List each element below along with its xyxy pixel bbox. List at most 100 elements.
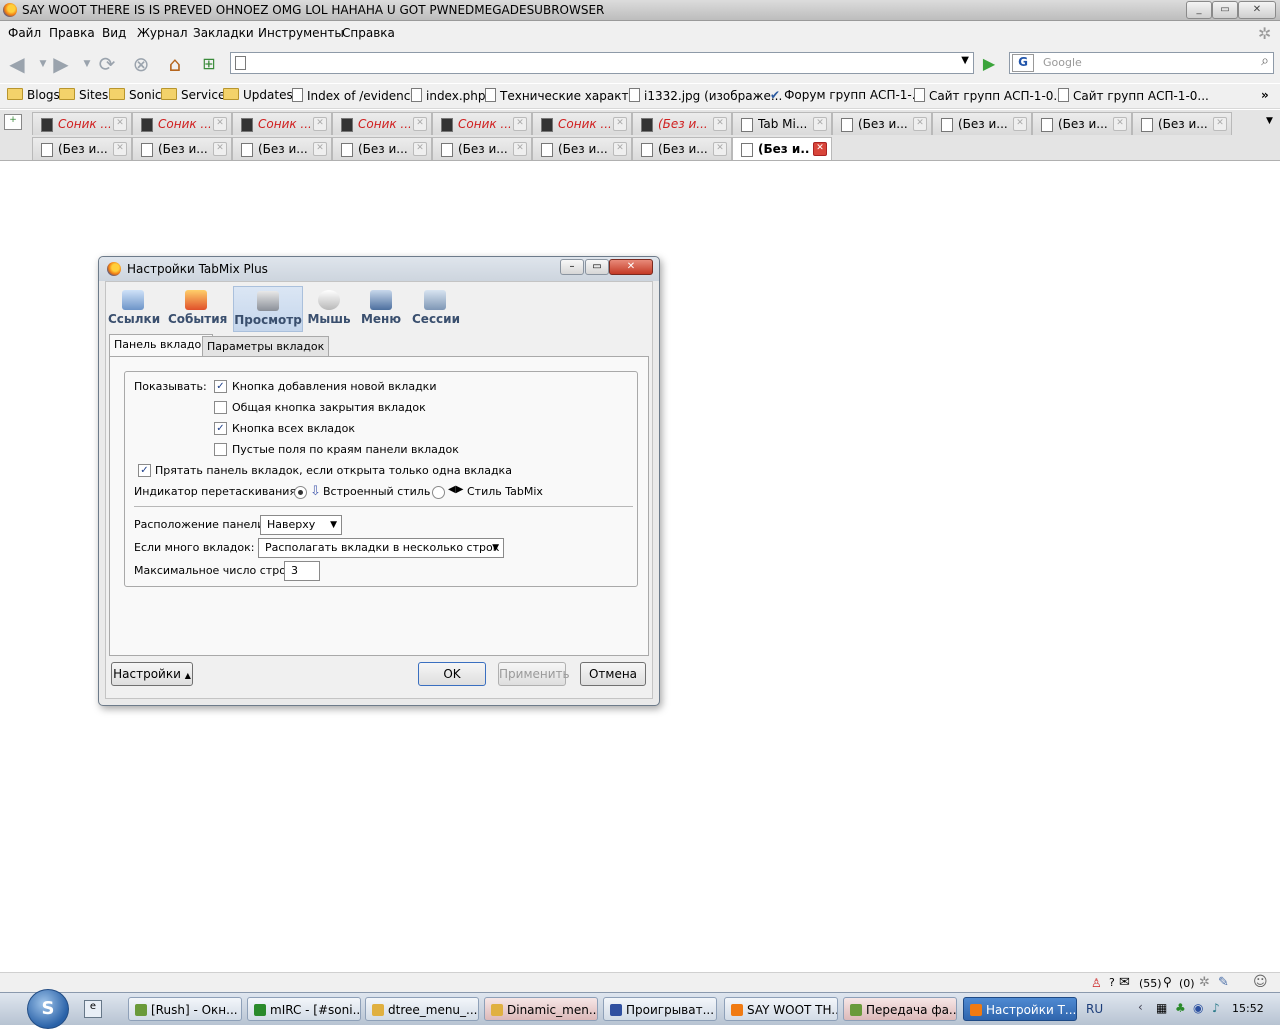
go-button[interactable]: ▶: [976, 51, 1002, 77]
tab-close-icon[interactable]: ✕: [313, 117, 327, 131]
tab-close-icon[interactable]: ✕: [413, 142, 427, 156]
tab-row2-2[interactable]: (Без и... ✕: [232, 137, 332, 160]
many-tabs-select[interactable]: Располагать вкладки в несколько строк ▼: [258, 538, 504, 558]
dialog-minimize-button[interactable]: –: [560, 259, 584, 275]
tab-close-icon[interactable]: ✕: [713, 117, 727, 131]
bookmark-forum[interactable]: ✔ Форум групп АСП-1-...: [770, 88, 923, 102]
tab-row2-4[interactable]: (Без и... ✕: [432, 137, 532, 160]
hide-single-tab-checkbox[interactable]: ✓: [138, 464, 151, 477]
taskbar-item-1[interactable]: mIRC - [#soni...: [247, 997, 361, 1021]
tab-close-icon[interactable]: ✕: [613, 117, 627, 131]
position-select[interactable]: Наверху ▼: [260, 515, 342, 535]
tab-row1-10[interactable]: (Без и... ✕: [1032, 112, 1132, 135]
empty-margins-checkbox[interactable]: [214, 443, 227, 456]
tab-close-icon[interactable]: ✕: [113, 142, 127, 156]
search-input[interactable]: G Google ⌕: [1009, 52, 1274, 74]
category-links[interactable]: Ссылки: [108, 286, 160, 330]
new-tab-button[interactable]: ⊞: [196, 51, 222, 77]
menu-view[interactable]: Вид: [102, 26, 126, 40]
apply-button[interactable]: Применить: [498, 662, 570, 686]
search-icon[interactable]: ⌕: [1261, 53, 1269, 69]
start-orb-icon[interactable]: S: [27, 989, 69, 1029]
close-all-button-checkbox[interactable]: [214, 401, 227, 414]
tab-close-icon[interactable]: ✕: [413, 117, 427, 131]
maximize-button[interactable]: ▭: [1212, 1, 1238, 19]
tab-row1-3[interactable]: Соник ... ✕: [332, 112, 432, 135]
all-tabs-button[interactable]: ▼: [1266, 116, 1273, 126]
tab-row1-11[interactable]: (Без и... ✕: [1132, 112, 1232, 135]
tab-close-icon[interactable]: ✕: [113, 117, 127, 131]
shield-icon[interactable]: ◉: [1193, 1001, 1203, 1015]
tab-row1-6[interactable]: (Без и... ✕: [632, 112, 732, 135]
category-mouse[interactable]: Мышь: [307, 286, 351, 330]
tab-row2-1[interactable]: (Без и... ✕: [132, 137, 232, 160]
tab-close-icon[interactable]: ✕: [813, 142, 827, 156]
tab-row1-1[interactable]: Соник ... ✕: [132, 112, 232, 135]
bookmark-index-evidence[interactable]: Index of /evidence: [292, 88, 418, 103]
url-input[interactable]: ▼: [230, 52, 974, 74]
clock[interactable]: 15:52: [1232, 1002, 1264, 1015]
category-menu[interactable]: Меню: [360, 286, 402, 330]
stop-button[interactable]: ⊗: [128, 51, 154, 77]
tray-app-icon[interactable]: ♣: [1175, 1001, 1186, 1015]
tab-close-icon[interactable]: ✕: [513, 142, 527, 156]
bookmark-sonic[interactable]: Sonic: [109, 88, 162, 102]
tab-close-icon[interactable]: ✕: [213, 142, 227, 156]
chevron-left-icon[interactable]: ‹: [1138, 1000, 1143, 1014]
bookmark-index-php[interactable]: index.php: [411, 88, 485, 103]
taskbar-item-5[interactable]: SAY WOOT TH...: [724, 997, 838, 1021]
tab-row1-7[interactable]: Tab Mi... ✕: [732, 112, 832, 135]
ok-button[interactable]: OK: [418, 662, 486, 686]
tab-row1-2[interactable]: Соник ... ✕: [232, 112, 332, 135]
tab-row1-8[interactable]: (Без и... ✕: [832, 112, 932, 135]
dialog-maximize-button[interactable]: ▭: [585, 259, 609, 275]
tab-close-icon[interactable]: ✕: [713, 142, 727, 156]
google-icon[interactable]: G: [1012, 54, 1034, 72]
volume-icon[interactable]: ♪: [1212, 1001, 1220, 1015]
category-events[interactable]: События: [168, 286, 227, 330]
tab-tab-options[interactable]: Параметры вкладок: [202, 336, 330, 357]
bookmark-tech-specs[interactable]: Технические характ...: [485, 88, 640, 103]
bookmark-updates[interactable]: Updates: [223, 88, 293, 102]
menu-help[interactable]: Справка: [342, 26, 395, 40]
user-icon[interactable]: ♙: [1091, 976, 1102, 990]
tab-row1-0[interactable]: Соник ... ✕: [32, 112, 132, 135]
tab-close-icon[interactable]: ✕: [1113, 117, 1127, 131]
mail-icon[interactable]: ✉: [1119, 975, 1130, 990]
tab-tabbar[interactable]: Панель вкладок: [109, 334, 213, 357]
home-button[interactable]: ⌂: [162, 51, 188, 77]
menu-history[interactable]: Журнал: [137, 26, 188, 40]
tab-row2-7[interactable]: (Без и... ✕: [732, 137, 832, 160]
tab-row2-6[interactable]: (Без и... ✕: [632, 137, 732, 160]
bookmark-blogs[interactable]: Blogs: [7, 88, 60, 102]
back-button[interactable]: ◀: [4, 51, 30, 77]
taskbar-item-4[interactable]: Проигрыват...: [603, 997, 717, 1021]
menu-file[interactable]: Файл: [8, 26, 41, 40]
network-icon[interactable]: ▦: [1156, 1001, 1167, 1015]
bookmark-site-1[interactable]: Сайт групп АСП-1-0...: [914, 88, 1065, 103]
gear-icon[interactable]: ✲: [1199, 975, 1210, 990]
tab-row1-5[interactable]: Соник ... ✕: [532, 112, 632, 135]
tab-row2-3[interactable]: (Без и... ✕: [332, 137, 432, 160]
taskbar-item-2[interactable]: dtree_menu_...: [365, 997, 479, 1021]
taskbar-item-0[interactable]: [Rush] - Окн...: [128, 997, 242, 1021]
drag-builtin-radio[interactable]: [294, 486, 307, 499]
tab-close-icon[interactable]: ✕: [813, 117, 827, 131]
menu-tools[interactable]: Инструменты: [258, 26, 344, 40]
chevron-right-icon[interactable]: »: [1261, 88, 1269, 102]
pin-icon[interactable]: ⚲: [1163, 975, 1172, 989]
category-display[interactable]: Просмотр: [233, 286, 303, 332]
language-indicator[interactable]: RU: [1086, 1002, 1103, 1016]
menu-edit[interactable]: Правка: [49, 26, 95, 40]
new-tab-button-checkbox[interactable]: ✓: [214, 380, 227, 393]
tab-row2-5[interactable]: (Без и... ✕: [532, 137, 632, 160]
taskbar-item-7[interactable]: Настройки Т...: [963, 997, 1077, 1021]
tab-close-icon[interactable]: ✕: [513, 117, 527, 131]
url-history-dropdown-icon[interactable]: ▼: [961, 55, 969, 66]
tab-close-icon[interactable]: ✕: [313, 142, 327, 156]
minimize-button[interactable]: _: [1186, 1, 1212, 19]
tab-row1-4[interactable]: Соник ... ✕: [432, 112, 532, 135]
new-tab-icon[interactable]: +: [4, 114, 22, 130]
bookmark-site-2[interactable]: Сайт групп АСП-1-0...: [1058, 88, 1209, 103]
tab-close-icon[interactable]: ✕: [613, 142, 627, 156]
